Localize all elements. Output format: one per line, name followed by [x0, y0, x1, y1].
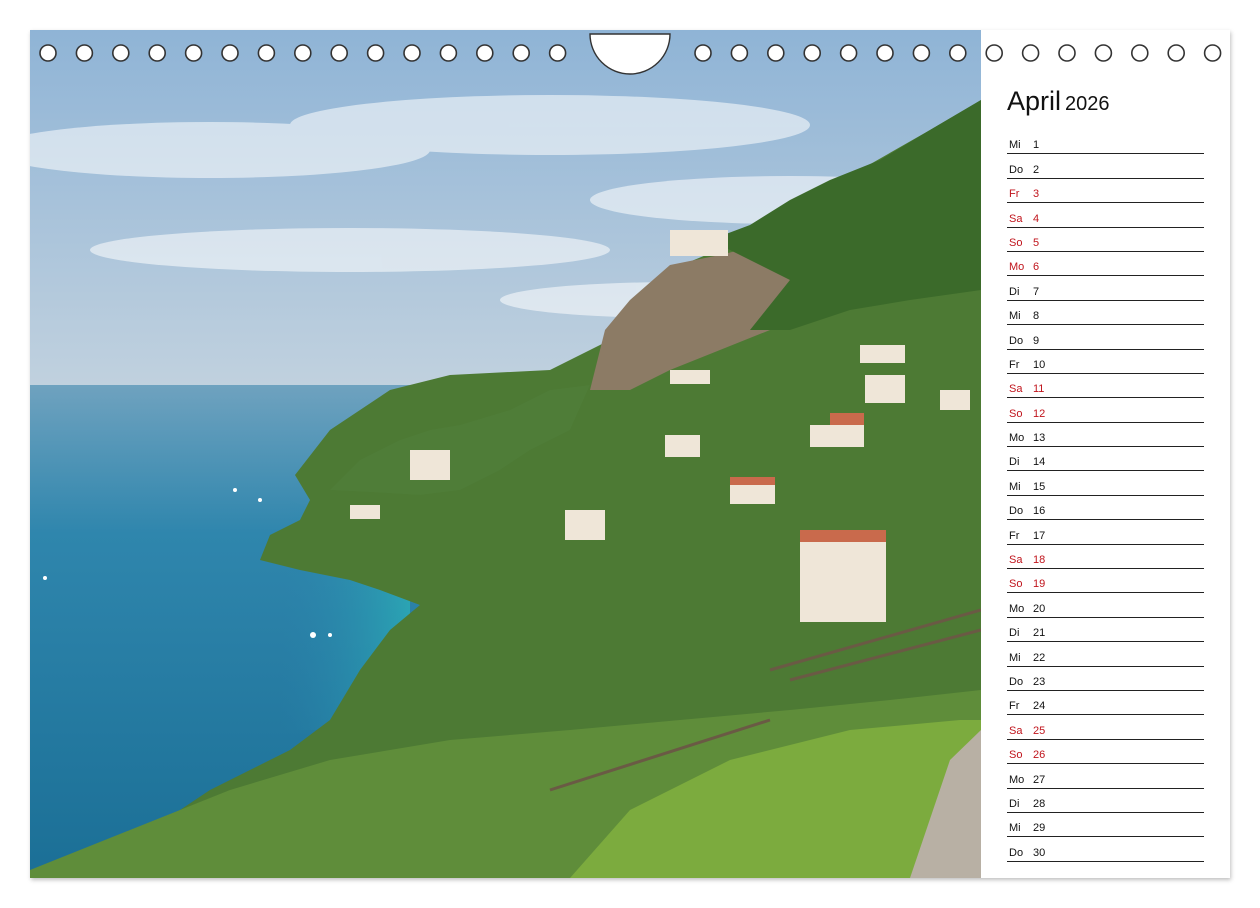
day-row: Do 16 — [1007, 496, 1204, 521]
day-row: Mo 20 — [1007, 593, 1204, 618]
day-row: Mo 6 — [1007, 252, 1204, 277]
day-row: Sa 4 — [1007, 203, 1204, 228]
day-number: 17 — [1033, 529, 1046, 542]
weekday-label: Mi — [1009, 822, 1021, 835]
day-row: Mi 1 — [1007, 130, 1204, 155]
month-name: April — [1007, 86, 1062, 116]
weekday-label: Do — [1009, 163, 1024, 176]
day-row: Sa 18 — [1007, 545, 1204, 570]
day-number: 10 — [1033, 358, 1046, 371]
day-number: 4 — [1033, 212, 1040, 225]
weekday-label: Do — [1009, 505, 1024, 518]
day-row: Fr 10 — [1007, 350, 1204, 374]
weekday-label: Mi — [1009, 139, 1021, 152]
day-list: Mi 1 Do 2 Fr 3 Sa 4 So 5 Mo 6 Di 7 Mi 8 Do 9 Fr 10 Sa 11 So 12 M… — [1007, 130, 1204, 862]
weekday-label: Do — [1009, 334, 1024, 347]
day-row: Mi 22 — [1007, 642, 1204, 667]
weekday-label: Do — [1009, 675, 1024, 688]
day-row: Sa 11 — [1007, 374, 1204, 399]
day-number: 27 — [1033, 773, 1046, 786]
weekday-label: So — [1009, 236, 1023, 249]
weekday-label: Mi — [1009, 651, 1021, 664]
day-row: So 26 — [1007, 740, 1204, 765]
weekday-label: Sa — [1009, 724, 1023, 737]
day-row: Mo 27 — [1007, 764, 1204, 789]
day-number: 16 — [1033, 505, 1046, 518]
calendar-panel: April 2026 Mi 1 Do 2 Fr 3 Sa 4 So 5 Mo 6 Di 7 Mi 8 Do 9 Fr 1… — [981, 30, 1230, 878]
weekday-label: So — [1009, 749, 1023, 762]
day-number: 20 — [1033, 602, 1046, 615]
weekday-label: Fr — [1009, 188, 1020, 201]
day-row: Mi 29 — [1007, 813, 1204, 838]
month-title: April 2026 — [1007, 86, 1110, 117]
weekday-label: Sa — [1009, 212, 1023, 225]
day-number: 24 — [1033, 700, 1046, 713]
day-row: Di 7 — [1007, 276, 1204, 301]
weekday-label: Mo — [1009, 602, 1025, 615]
day-number: 7 — [1033, 285, 1040, 298]
day-row: So 5 — [1007, 228, 1204, 252]
day-row: Mi 8 — [1007, 301, 1204, 326]
day-number: 19 — [1033, 578, 1046, 591]
day-row: Di 14 — [1007, 447, 1204, 472]
day-number: 5 — [1033, 236, 1040, 249]
landscape-photo — [30, 30, 981, 878]
day-row: Fr 24 — [1007, 691, 1204, 716]
day-row: Mo 13 — [1007, 423, 1204, 448]
day-number: 6 — [1033, 261, 1040, 274]
day-row: Di 21 — [1007, 618, 1204, 643]
weekday-label: So — [1009, 578, 1023, 591]
day-number: 12 — [1033, 407, 1046, 420]
day-row: Do 9 — [1007, 325, 1204, 350]
weekday-label: Di — [1009, 627, 1020, 640]
day-number: 14 — [1033, 456, 1046, 469]
weekday-label: Mo — [1009, 261, 1025, 274]
day-row: Sa 25 — [1007, 715, 1204, 740]
day-number: 30 — [1033, 846, 1046, 859]
day-row: Do 30 — [1007, 837, 1204, 862]
day-number: 2 — [1033, 163, 1040, 176]
day-row: Fr 17 — [1007, 520, 1204, 545]
weekday-label: Mi — [1009, 480, 1021, 493]
day-number: 22 — [1033, 651, 1046, 664]
weekday-label: Fr — [1009, 700, 1020, 713]
day-number: 9 — [1033, 334, 1040, 347]
day-number: 28 — [1033, 797, 1046, 810]
day-row: Do 23 — [1007, 667, 1204, 691]
day-number: 15 — [1033, 480, 1046, 493]
weekday-label: Di — [1009, 285, 1020, 298]
day-number: 26 — [1033, 749, 1046, 762]
day-number: 21 — [1033, 627, 1046, 640]
day-number: 1 — [1033, 139, 1040, 152]
day-number: 8 — [1033, 310, 1040, 323]
day-number: 29 — [1033, 822, 1046, 835]
weekday-label: Mo — [1009, 773, 1025, 786]
weekday-label: Di — [1009, 456, 1020, 469]
weekday-label: Sa — [1009, 554, 1023, 567]
day-row: Fr 3 — [1007, 179, 1204, 204]
day-row: Do 2 — [1007, 154, 1204, 179]
weekday-label: Mi — [1009, 310, 1021, 323]
day-number: 25 — [1033, 724, 1046, 737]
day-number: 11 — [1033, 383, 1045, 396]
day-row: So 19 — [1007, 569, 1204, 594]
day-number: 13 — [1033, 432, 1046, 445]
year-label: 2026 — [1065, 93, 1110, 115]
calendar-sheet: April 2026 Mi 1 Do 2 Fr 3 Sa 4 So 5 Mo 6 Di 7 Mi 8 Do 9 Fr 1… — [30, 30, 1230, 878]
day-number: 3 — [1033, 188, 1040, 201]
weekday-label: Fr — [1009, 358, 1020, 371]
day-row: Mi 15 — [1007, 471, 1204, 496]
day-number: 18 — [1033, 554, 1046, 567]
day-row: Di 28 — [1007, 789, 1204, 813]
weekday-label: Di — [1009, 797, 1020, 810]
weekday-label: Do — [1009, 846, 1024, 859]
day-row: So 12 — [1007, 398, 1204, 423]
weekday-label: Sa — [1009, 383, 1023, 396]
weekday-label: Fr — [1009, 529, 1020, 542]
weekday-label: Mo — [1009, 432, 1025, 445]
day-number: 23 — [1033, 675, 1046, 688]
weekday-label: So — [1009, 407, 1023, 420]
